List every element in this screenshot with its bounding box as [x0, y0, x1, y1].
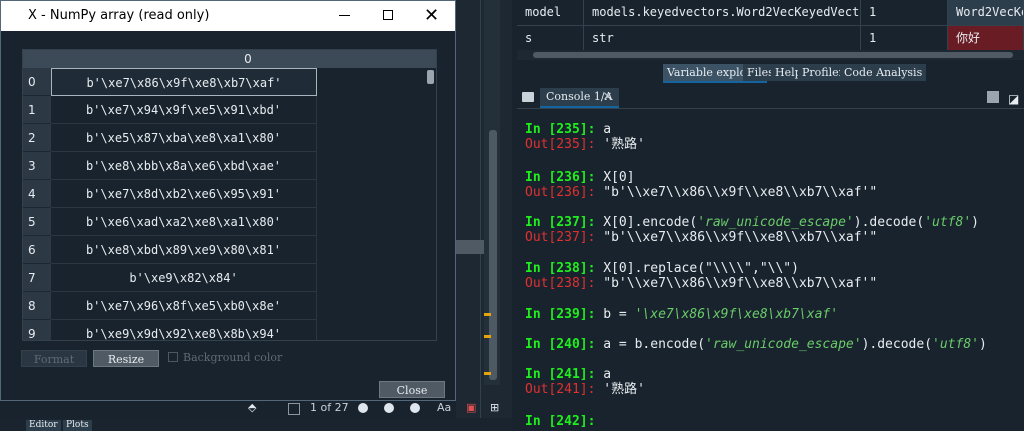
var-size: 1 [861, 26, 948, 51]
find-option-icon[interactable] [358, 403, 368, 413]
table-row[interactable]: model models.keyedvectors.Word2VecKeyedV… [517, 0, 1024, 25]
cell-value[interactable]: b'\xe6\xad\xa2\xe8\xa1\x80' [51, 208, 317, 236]
console-line: In [239]: b = '\xe7\x86\x9f\xe8\xb7\xaf' [525, 307, 839, 322]
editor-find-bar: ⬘ 1 of 27 Aa ▣ ⊞ [240, 398, 512, 418]
close-icon[interactable]: ✕ [424, 5, 439, 26]
row-index: 7 [23, 264, 51, 292]
cell-value[interactable]: b'\xe8\xbb\x8a\xe6\xbd\xae' [51, 152, 317, 180]
grid-scrollbar-thumb[interactable] [427, 70, 434, 84]
var-size: 1 [861, 0, 948, 25]
table-row[interactable]: 8 b'\xe7\x96\x8f\xe5\xb0\x8e' [23, 292, 436, 320]
close-button[interactable]: Close [379, 381, 445, 398]
row-index: 2 [23, 124, 51, 152]
regex-icon[interactable]: ▣ [466, 401, 476, 414]
row-index: 6 [23, 236, 51, 264]
editor-scrollbar-thumb[interactable] [489, 130, 497, 380]
pane-tab-bar: Variable explorer Files Help Profiler Co… [517, 62, 1024, 83]
maximize-icon[interactable] [383, 10, 393, 20]
console-line: Out[235]: '熟路' [525, 137, 645, 152]
table-row[interactable]: 7 b'\xe9\x82\x84' [23, 264, 436, 292]
whole-word-icon[interactable]: ⊞ [490, 401, 499, 414]
find-checkbox[interactable] [288, 403, 300, 415]
editor-highlight [456, 240, 484, 254]
find-previous-icon[interactable]: ⬘ [248, 401, 256, 414]
row-index: 0 [23, 68, 51, 96]
minimize-icon[interactable] [339, 15, 350, 16]
numpy-array-dialog: X - NumPy array (read only) ✕ 0 0 b'\xe7… [0, 0, 456, 401]
console-line: Out[241]: '熟路' [525, 382, 645, 397]
background-color-checkbox[interactable] [168, 352, 178, 362]
background-color-label: Background color [183, 351, 283, 364]
variable-explorer-hscrollbar-thumb[interactable] [533, 52, 1013, 58]
format-button[interactable]: Format [21, 350, 87, 367]
table-row[interactable]: 3 b'\xe8\xbb\x8a\xe6\xbd\xae' [23, 152, 436, 180]
eraser-icon[interactable]: ◪ [1008, 92, 1019, 106]
table-row[interactable]: 1 b'\xe7\x94\x9f\xe5\x91\xbd' [23, 96, 436, 124]
bottom-tab-bar: Editor Plots [0, 418, 512, 431]
tab-plots[interactable]: Plots [63, 420, 92, 431]
console-line: Out[237]: "b'\\xe7\\x86\\x9f\\xe8\\xb7\\… [525, 230, 878, 245]
cell-value[interactable]: b'\xe7\x86\x9f\xe8\xb7\xaf' [51, 68, 317, 96]
console-line: In [236]: X[0] [525, 170, 635, 185]
var-name: model [517, 0, 584, 25]
row-index: 9 [23, 320, 51, 340]
close-icon[interactable]: ✕ [603, 90, 612, 103]
find-option-icon[interactable] [384, 403, 394, 413]
table-row[interactable]: s str 1 你好 [517, 25, 1024, 51]
console-line: Out[238]: "b'\\xe7\\x86\\x9f\\xe8\\xb7\\… [525, 276, 878, 291]
var-value: 你好 [948, 26, 1024, 51]
warning-marker[interactable] [484, 313, 491, 316]
table-row[interactable]: 0 b'\xe7\x86\x9f\xe8\xb7\xaf' [23, 68, 436, 96]
console-line: In [235]: a [525, 122, 612, 137]
find-option-icon[interactable] [410, 403, 420, 413]
console-line: In [240]: a = b.encode('raw_unicode_esca… [525, 337, 987, 352]
cell-value[interactable]: b'\xe9\x9d\x92\xe8\x8b\x94' [51, 320, 317, 340]
console-line: In [238]: X[0].replace("\\\\","\\") [525, 261, 799, 276]
console-line: In [237]: X[0].encode('raw_unicode_escap… [525, 215, 979, 230]
page-indicator: 1 of 27 [310, 401, 349, 414]
console-line: In [242]: [525, 414, 604, 429]
console-icon [522, 92, 534, 102]
grid-scrollbar[interactable] [426, 68, 436, 340]
tab-code-analysis[interactable]: Code Analysis [840, 64, 927, 81]
cell-value[interactable]: b'\xe5\x87\xba\xe8\xa1\x80' [51, 124, 317, 152]
cell-value[interactable]: b'\xe7\x8d\xb2\xe6\x95\x91' [51, 180, 317, 208]
table-row[interactable]: 5 b'\xe6\xad\xa2\xe8\xa1\x80' [23, 208, 436, 236]
var-value: Word2VecKey [948, 0, 1024, 25]
row-index: 4 [23, 180, 51, 208]
column-header[interactable]: 0 [51, 50, 436, 68]
table-row[interactable]: 6 b'\xe8\xbd\x89\xe9\x80\x81' [23, 236, 436, 264]
console-line: In [241]: a [525, 367, 612, 382]
cell-value[interactable]: b'\xe9\x82\x84' [51, 264, 317, 292]
row-index: 8 [23, 292, 51, 320]
array-grid[interactable]: 0 0 b'\xe7\x86\x9f\xe8\xb7\xaf' 1 b'\xe7… [22, 49, 437, 341]
cell-value[interactable]: b'\xe7\x96\x8f\xe5\xb0\x8e' [51, 292, 317, 320]
dialog-title: X - NumPy array (read only) [28, 8, 210, 23]
var-type: models.keyedvectors.Word2VecKeyedVectors [584, 0, 861, 25]
row-index: 1 [23, 96, 51, 124]
table-row[interactable]: 9 b'\xe9\x9d\x92\xe8\x8b\x94' [23, 320, 436, 340]
row-index: 5 [23, 208, 51, 236]
console-output[interactable]: In [235]: a Out[235]: '熟路' In [236]: X[0… [517, 109, 1024, 431]
table-row[interactable]: 2 b'\xe5\x87\xba\xe8\xa1\x80' [23, 124, 436, 152]
var-type: str [584, 26, 861, 51]
cell-value[interactable]: b'\xe8\xbd\x89\xe9\x80\x81' [51, 236, 317, 264]
case-sensitive-toggle[interactable]: Aa [437, 401, 451, 414]
stop-icon[interactable] [987, 91, 999, 103]
row-index: 3 [23, 152, 51, 180]
warning-marker[interactable] [484, 372, 491, 375]
tab-editor[interactable]: Editor [26, 420, 61, 431]
var-name: s [517, 26, 584, 51]
warning-marker[interactable] [484, 335, 491, 338]
variable-explorer-table: model models.keyedvectors.Word2VecKeyedV… [517, 0, 1024, 51]
resize-button[interactable]: Resize [93, 350, 159, 367]
cell-value[interactable]: b'\xe7\x94\x9f\xe5\x91\xbd' [51, 96, 317, 124]
console-line: Out[236]: "b'\\xe7\\x86\\x9f\\xe8\\xb7\\… [525, 185, 878, 200]
table-row[interactable]: 4 b'\xe7\x8d\xb2\xe6\x95\x91' [23, 180, 436, 208]
